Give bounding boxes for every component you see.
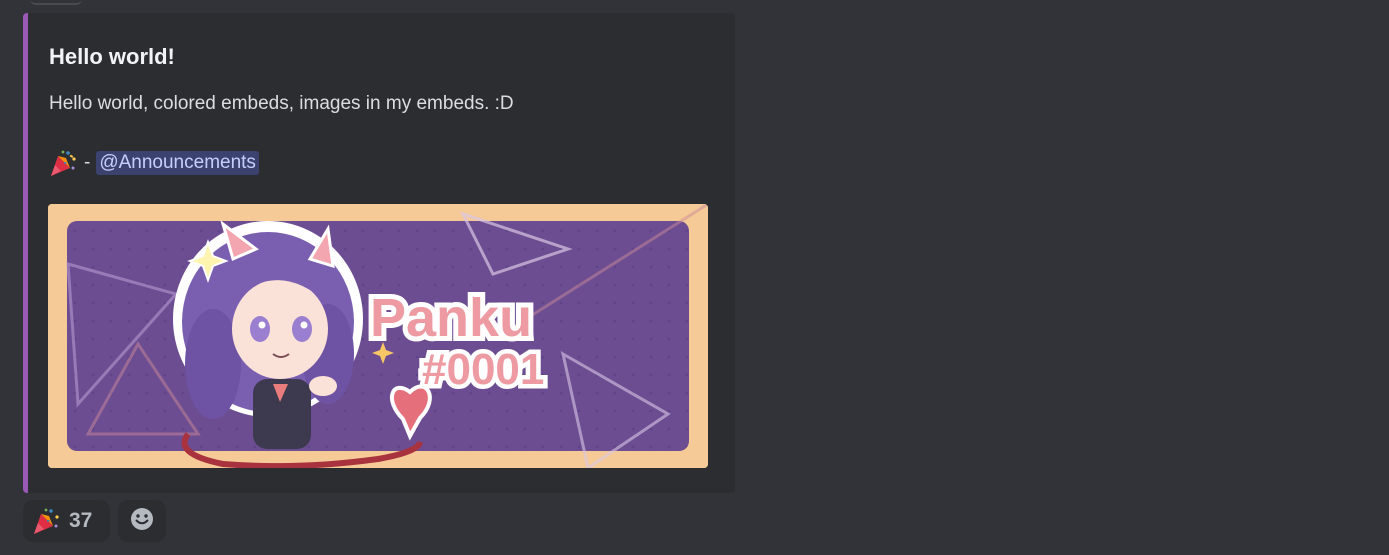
banner-tag: #0001 (422, 345, 544, 394)
embed-description: Hello world, colored embeds, images in m… (49, 93, 514, 114)
embed-mention-line: - @Announcements (48, 147, 259, 179)
previous-message-edge (30, 0, 82, 5)
reaction-party-popper[interactable]: 37 (23, 500, 110, 542)
party-popper-emoji (31, 506, 61, 536)
add-reaction-smiley-icon (129, 506, 155, 537)
reaction-count: 37 (69, 509, 93, 532)
add-reaction-button[interactable] (118, 500, 166, 542)
embed-title: Hello world! (49, 44, 175, 69)
party-popper-emoji (48, 148, 78, 178)
message-embed: Hello world! Hello world, colored embeds… (23, 13, 735, 493)
banner-name: Panku (370, 288, 532, 348)
mention-separator: - (84, 152, 91, 173)
embed-image[interactable]: Panku Panku #0001 #0001 (48, 204, 708, 468)
role-mention[interactable]: @Announcements (96, 151, 259, 175)
reactions-bar: 37 (23, 500, 166, 542)
message-area: Hello world! Hello world, colored embeds… (0, 0, 1389, 555)
